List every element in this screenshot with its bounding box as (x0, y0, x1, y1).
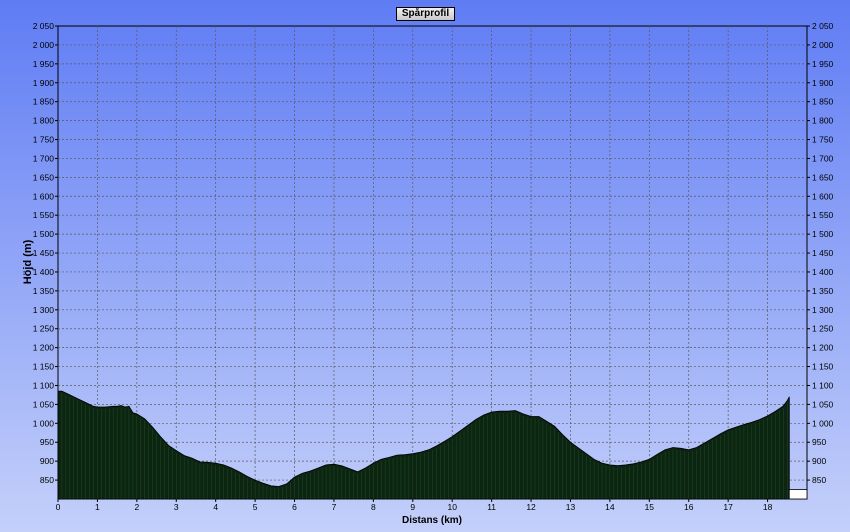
y-tick-label-right: 1 050 (812, 399, 834, 409)
y-tick-label-left: 1 250 (33, 324, 55, 334)
y-axis-title: Höjd (m) (22, 239, 34, 284)
x-tick-label: 5 (253, 502, 258, 512)
elevation-profile-chart: 850 850900 900950 9501 000 1 0001 050 1 0501 … (0, 0, 850, 532)
x-tick-label: 17 (723, 502, 733, 512)
y-tick-label-left: 1 150 (33, 362, 55, 372)
x-tick-label: 4 (213, 502, 218, 512)
x-tick-label: 8 (371, 502, 376, 512)
y-tick-label-left: 1 350 (33, 286, 55, 296)
y-tick-label-right: 850 (812, 475, 826, 485)
y-tick-label-right: 1 600 (812, 191, 834, 201)
y-tick-label-left: 1 900 (33, 78, 55, 88)
y-tick-label-right: 1 150 (812, 362, 834, 372)
y-tick-label-right: 1 550 (812, 210, 834, 220)
x-tick-label: 0 (56, 502, 61, 512)
y-tick-label-left: 1 200 (33, 343, 55, 353)
y-tick-label-left: 1 650 (33, 172, 55, 182)
y-tick-label-right: 1 800 (812, 116, 834, 126)
y-tick-label-right: 1 700 (812, 153, 834, 163)
y-tick-label-right: 1 650 (812, 172, 834, 182)
y-tick-label-right: 1 000 (812, 418, 834, 428)
y-tick-label-left: 2 050 (33, 21, 55, 31)
x-tick-label: 16 (684, 502, 694, 512)
y-tick-label-left: 1 700 (33, 153, 55, 163)
chart-title: Spårprofil (396, 7, 455, 21)
y-tick-label-right: 1 300 (812, 305, 834, 315)
x-tick-label: 10 (447, 502, 457, 512)
y-tick-label-right: 950 (812, 437, 826, 447)
y-tick-label-left: 1 600 (33, 191, 55, 201)
y-tick-label-left: 1 500 (33, 229, 55, 239)
y-tick-label-left: 1 550 (33, 210, 55, 220)
x-tick-label: 1 (95, 502, 100, 512)
y-tick-label-right: 1 350 (812, 286, 834, 296)
y-tick-label-left: 1 800 (33, 116, 55, 126)
y-tick-label-right: 2 050 (812, 21, 834, 31)
y-tick-label-right: 1 750 (812, 135, 834, 145)
x-axis-title: Distans (km) (402, 515, 462, 526)
y-tick-label-left: 1 000 (33, 418, 55, 428)
y-tick-label-right: 1 450 (812, 248, 834, 258)
x-tick-label: 9 (410, 502, 415, 512)
y-tick-label-right: 1 400 (812, 267, 834, 277)
y-tick-label-left: 1 100 (33, 380, 55, 390)
y-tick-label-right: 900 (812, 456, 826, 466)
x-tick-label: 13 (566, 502, 576, 512)
x-tick-label: 11 (487, 502, 496, 512)
y-tick-label-left: 1 050 (33, 399, 55, 409)
end-of-track-region (788, 489, 808, 500)
y-tick-label-right: 1 250 (812, 324, 834, 334)
y-tick-label-left: 950 (40, 437, 54, 447)
y-tick-label-right: 1 500 (812, 229, 834, 239)
y-tick-label-left: 1 750 (33, 135, 55, 145)
y-tick-label-left: 1 300 (33, 305, 55, 315)
x-tick-label: 12 (526, 502, 536, 512)
y-tick-label-right: 1 200 (812, 343, 834, 353)
y-tick-label-left: 900 (40, 456, 54, 466)
y-tick-label-left: 2 000 (33, 40, 55, 50)
chart-window: 850 850 900 900 950 950 1 000 1 000 1 050 1 050 1 … (0, 0, 850, 532)
y-tick-label-left: 1 450 (33, 248, 55, 258)
y-tick-label-left: 1 400 (33, 267, 55, 277)
y-tick-label-left: 1 950 (33, 59, 55, 69)
y-tick-label-right: 1 850 (812, 97, 834, 107)
x-tick-label: 15 (645, 502, 655, 512)
x-tick-label: 6 (292, 502, 297, 512)
y-tick-label-right: 2 000 (812, 40, 834, 50)
y-tick-label-right: 1 100 (812, 380, 834, 390)
y-tick-label-left: 1 850 (33, 97, 55, 107)
y-tick-label-left: 850 (40, 475, 54, 485)
y-tick-label-right: 1 950 (812, 59, 834, 69)
x-tick-label: 18 (763, 502, 773, 512)
x-tick-label: 3 (174, 502, 179, 512)
x-tick-label: 2 (134, 502, 139, 512)
x-tick-label: 7 (332, 502, 337, 512)
x-tick-label: 14 (605, 502, 615, 512)
y-tick-label-right: 1 900 (812, 78, 834, 88)
